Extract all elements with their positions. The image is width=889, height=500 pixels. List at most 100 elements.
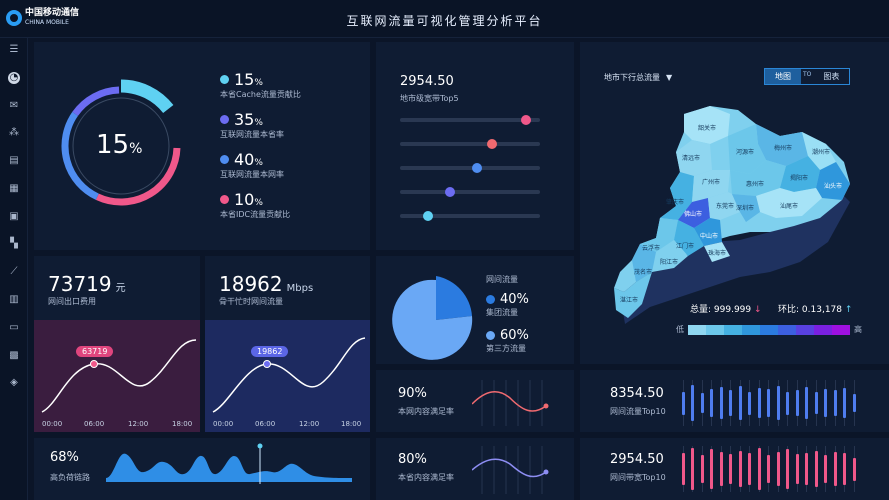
net-content-value: 90% <box>398 386 427 401</box>
menu-icon[interactable]: ☰ <box>8 44 20 56</box>
legend-dot <box>486 331 495 340</box>
city-label: 珠海市 <box>708 249 726 257</box>
bar <box>852 393 856 413</box>
bar <box>843 453 847 485</box>
slider-handle[interactable] <box>472 163 482 173</box>
bar <box>824 455 828 483</box>
province-content-point <box>543 469 549 475</box>
province-content-panel: 80% 本省内容满足率 <box>376 438 574 500</box>
apps-icon[interactable]: ▚ <box>8 238 20 250</box>
slider-track[interactable] <box>400 211 540 221</box>
legend-dot <box>486 295 495 304</box>
bar <box>710 449 714 489</box>
slider-handle[interactable] <box>521 115 531 125</box>
bar <box>719 451 723 487</box>
book-icon[interactable]: ▭ <box>8 322 20 334</box>
page-title: 互联网流量可视化管理分析平台 <box>346 14 543 28</box>
grid-icon[interactable]: ▦ <box>8 183 20 195</box>
color-swatch <box>832 324 850 335</box>
legend-label: 互联网流量本网率 <box>220 170 284 179</box>
bar <box>729 390 733 416</box>
map-icon[interactable]: ▥ <box>8 294 20 306</box>
city-label: 中山市 <box>700 232 718 240</box>
brush-icon[interactable]: ⟋ <box>8 266 20 278</box>
backbone-value: 18962 Mbps <box>219 272 314 296</box>
legend-net: 40% 互联网流量本网率 <box>220 150 284 179</box>
export-fee-value: 73719 元 <box>48 272 126 296</box>
legend-dot <box>220 115 229 124</box>
net-content-panel: 90% 本网内容满足率 <box>376 370 574 432</box>
document-icon[interactable]: ▤ <box>8 155 20 167</box>
bar <box>682 452 685 486</box>
color-legend: 低 高 <box>676 324 862 335</box>
bar <box>682 391 685 415</box>
slider-track[interactable] <box>400 115 540 125</box>
dashboard-icon[interactable]: ◔ <box>8 72 20 84</box>
layers-icon[interactable]: ◈ <box>8 377 20 389</box>
slider-handle[interactable] <box>487 139 498 149</box>
arrow-up-icon: ↑ <box>844 305 853 315</box>
bar <box>795 454 799 484</box>
bar <box>833 390 837 416</box>
slider-handle[interactable] <box>423 211 433 221</box>
high-load-area <box>106 453 352 482</box>
traffic-top10-panel: 8354.50 网间流量Top10 <box>580 370 889 432</box>
backbone-point <box>263 360 271 368</box>
legend-dot <box>220 155 229 164</box>
legend-idc: 10% 本省IDC流量贡献比 <box>220 190 291 219</box>
bar <box>691 384 695 422</box>
pie-legend-third: 60% 第三方流量 <box>486 328 529 353</box>
color-scale <box>688 324 850 335</box>
export-fee-panel: 73719 元 网间出口费用 63719 00:00 06:00 12:00 18… <box>34 256 200 432</box>
bar <box>852 457 856 481</box>
slider-track[interactable] <box>400 163 540 173</box>
map-chart-toggle[interactable]: 地图 TO 图表 <box>764 68 851 85</box>
toggle-switch[interactable]: TO <box>801 69 814 84</box>
net-content-point <box>543 403 549 409</box>
bar <box>824 388 828 418</box>
image-icon[interactable]: ▣ <box>8 211 20 223</box>
legend-dot <box>220 195 229 204</box>
calendar-icon[interactable]: ▩ <box>8 350 20 362</box>
bandwidth-top10-panel: 2954.50 网间带宽Top10 <box>580 438 889 500</box>
slider-list <box>400 115 540 228</box>
slider-handle[interactable] <box>445 187 456 197</box>
color-swatch <box>724 324 742 335</box>
backbone-line <box>212 337 366 413</box>
slider-track[interactable] <box>400 187 540 197</box>
mail-icon[interactable]: ✉ <box>8 100 20 112</box>
toggle-chart[interactable]: 图表 <box>813 69 849 84</box>
share-icon[interactable]: ⁂ <box>8 127 20 139</box>
time-label: 00:00 <box>213 420 234 428</box>
legend-label: 本省IDC流量贡献比 <box>220 210 291 219</box>
bar <box>814 450 818 488</box>
city-label: 湛江市 <box>620 296 638 304</box>
city-label: 汕头市 <box>824 182 842 190</box>
city-label: 云浮市 <box>642 244 660 252</box>
time-label: 06:00 <box>255 420 276 428</box>
bar <box>710 389 714 417</box>
time-label: 18:00 <box>341 420 362 428</box>
ratio-stat: 环比: 0.13,178 ↑ <box>778 305 853 315</box>
time-label: 18:00 <box>172 420 193 428</box>
city-label: 佛山市 <box>684 210 702 218</box>
bar <box>748 452 752 486</box>
export-fee-label: 网间出口费用 <box>48 297 96 306</box>
chevron-down-icon: ▼ <box>666 73 673 82</box>
toggle-map[interactable]: 地图 <box>765 69 801 84</box>
color-swatch <box>814 324 832 335</box>
slider-track[interactable] <box>400 139 540 149</box>
net-content-label: 本网内容满足率 <box>398 407 454 416</box>
map-dropdown[interactable]: 地市下行总流量 ▼ <box>604 72 672 83</box>
arrow-down-icon: ↓ <box>754 305 762 315</box>
bandwidth-top10-value: 2954.50 <box>610 452 664 467</box>
bar <box>700 455 704 483</box>
city-label: 惠州市 <box>746 180 764 188</box>
legend-high: 高 <box>854 325 862 334</box>
city-label: 深圳市 <box>736 204 754 212</box>
traffic-top10-bars <box>680 380 860 426</box>
bar <box>833 452 837 486</box>
legend-cache: 15% 本省Cache流量贡献比 <box>220 70 301 99</box>
time-label: 00:00 <box>42 420 63 428</box>
city-label: 梅州市 <box>774 144 792 152</box>
